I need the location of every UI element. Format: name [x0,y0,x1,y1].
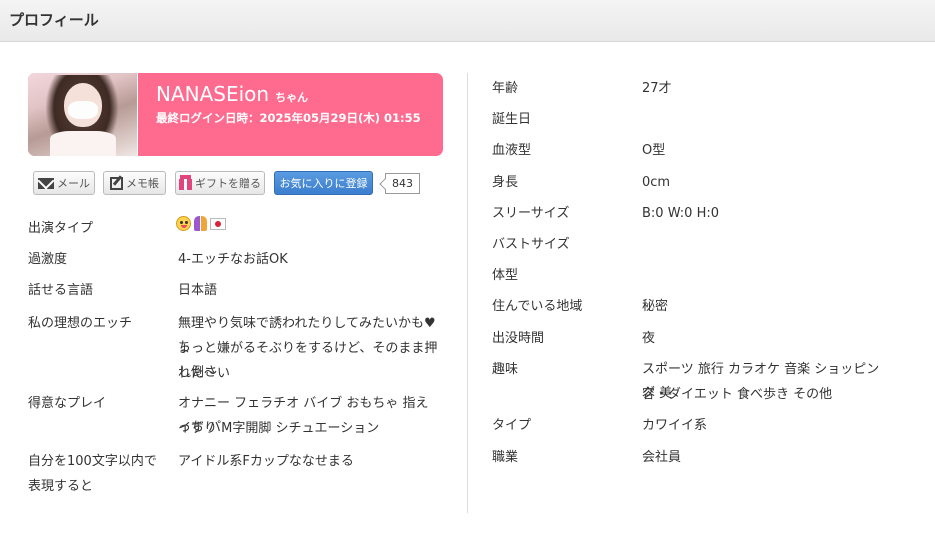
detail-label: 趣味 [492,362,519,377]
detail-label: バストサイズ [492,237,570,252]
detail-label: 職業 [492,450,519,465]
detail-label: スリーサイズ [492,206,570,221]
detail-label: 出演タイプ [28,221,94,236]
detail-label: 私の理想のエッチ [28,316,133,331]
favorite-button-label: お気に入りに登録 [279,177,368,190]
header-bar: プロフィール [0,0,935,42]
detail-value: 27才 [642,81,672,96]
page-title: プロフィール [9,11,99,29]
gift-icon [179,174,192,190]
detail-label-line: 表現すると [28,479,94,494]
memo-button-label: メモ帳 [126,177,159,190]
mail-icon [38,177,54,189]
detail-value-line: れた〜い [178,366,231,381]
memo-icon [110,176,123,190]
detail-value: 日本語 [178,283,218,298]
detail-value: アイドル系Fカップななせまる [178,454,354,469]
detail-value: B:0 W:0 H:0 [642,206,720,221]
detail-label: 誕生日 [492,112,532,127]
mail-button-label: メール [57,177,90,190]
favorite-button[interactable]: お気に入りに登録 [274,171,373,195]
memo-button[interactable]: メモ帳 [103,171,166,195]
detail-label: 得意なプレイ [28,396,107,411]
detail-label: 年齢 [492,81,519,96]
profile-name-text: NANASEion [156,82,270,106]
detail-label: 話せる言語 [28,283,94,298]
favorite-count-badge: 843 [385,173,420,194]
detail-value: 0cm [642,175,671,190]
performance-type-icons [176,216,226,231]
detail-value: 4-エッチなお話OK [178,252,288,267]
detail-label-line: 自分を100文字以内で [28,454,157,469]
toy-icon [194,216,207,231]
detail-label: 過激度 [28,252,68,267]
last-login-text: 最終ログイン日時：2025年05月29日(木) 01:55 [156,111,421,125]
detail-value: 秘密 [642,299,669,314]
detail-label: 身長 [492,175,519,190]
detail-value: 会社員 [642,450,682,465]
mail-button[interactable]: メール [33,171,95,195]
detail-label: 体型 [492,268,519,283]
detail-label: 血液型 [492,143,532,158]
detail-value: O型 [642,143,666,158]
profile-name: NANASEion ちゃん [156,82,308,106]
profile-photo[interactable] [28,73,138,156]
detail-value: カワイイ系 [642,418,708,433]
face-icon [176,216,191,231]
profile-card: NANASEion ちゃん 最終ログイン日時：2025年05月29日(木) 01:… [28,73,443,156]
gift-button-label: ギフトを贈る [195,177,261,190]
detail-label: 出没時間 [492,331,545,346]
gift-button[interactable]: ギフトを贈る [175,171,265,195]
detail-label: タイプ [492,418,532,433]
detail-value-line: イずり M字開脚 シチュエーション [178,421,380,436]
detail-label: 住んでいる地域 [492,299,583,314]
japan-flag-icon [210,217,226,230]
detail-value: 夜 [642,331,656,346]
detail-value-line: 容・ダイエット 食べ歩き その他 [642,387,833,402]
profile-name-suffix: ちゃん [275,91,309,104]
column-divider [467,73,468,513]
